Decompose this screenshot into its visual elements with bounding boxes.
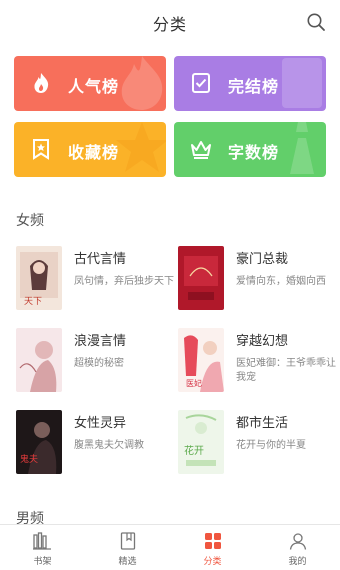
tile-wordcount-rank[interactable]: 字数榜 [174,122,326,177]
search-icon[interactable] [306,12,326,32]
category-ancient-romance[interactable]: 天下 古代言情 凤句情，弃后独步天下 [16,246,176,310]
tab-label: 分类 [203,557,222,567]
book-cover-image: 花开 [178,410,224,474]
crown-icon [191,141,211,159]
tab-featured[interactable]: 精选 [85,525,170,570]
bookmark-star-icon [33,139,49,160]
tab-label: 精选 [118,557,137,567]
category-name: 都市生活 [236,416,289,431]
category-name: 女性灵异 [74,416,127,431]
category-desc: 凤句情，弃后独步天下 [74,276,174,287]
book-cover-image [178,246,224,310]
section-title-female: 女频 [16,213,44,229]
bookshelf-icon [33,532,51,550]
category-name: 浪漫言情 [74,334,127,349]
book-cover-image: 天下 [16,246,62,310]
category-desc: 超模的秘密 [74,358,124,369]
tile-label: 完结榜 [228,77,280,96]
category-name: 穿越幻想 [236,334,289,349]
tile-label: 人气榜 [68,77,120,96]
book-icon [120,532,136,550]
category-desc: 医妃难御：王爷乖乖让我宠 [236,358,336,383]
category-grid-icon [205,533,221,549]
checklist-decoration-icon [282,58,322,108]
category-desc: 爱情向东，婚姻向西 [236,276,326,287]
category-urban-life[interactable]: 花开 都市生活 花开与你的半夏 [178,410,338,474]
svg-text:医妃: 医妃 [186,378,202,388]
book-cover-image [16,328,62,392]
category-desc: 腹黑鬼夫欠调教 [74,440,144,451]
category-time-travel-fantasy[interactable]: 医妃 穿越幻想 医妃难御：王爷乖乖让我宠 [178,328,338,392]
category-ceo-romance[interactable]: 豪门总裁 爱情向东，婚姻向西 [178,246,338,310]
category-name: 古代言情 [74,252,127,267]
tab-bookshelf[interactable]: 书架 [0,525,85,570]
flame-decoration-icon [121,56,163,110]
pen-decoration-icon [290,122,314,174]
category-romance[interactable]: 浪漫言情 超模的秘密 [16,328,176,392]
bottom-tab-bar: 书架 精选 分类 我的 [0,524,340,570]
category-desc: 花开与你的半夏 [236,440,306,451]
svg-text:鬼夫: 鬼夫 [20,453,38,465]
svg-text:天下: 天下 [24,297,42,307]
tab-label: 书架 [33,557,52,567]
top-bar: 分类 [0,0,340,44]
svg-text:花开: 花开 [184,444,204,457]
tile-favorites-rank[interactable]: 收藏榜 [14,122,166,177]
category-name: 豪门总裁 [236,252,289,267]
checklist-icon [192,73,210,93]
tab-category[interactable]: 分类 [170,525,255,570]
user-icon [289,533,307,550]
book-cover-image: 医妃 [178,328,224,392]
flame-icon [34,73,49,93]
tile-label: 收藏榜 [68,143,120,162]
page-title: 分类 [152,15,187,34]
tile-completed-rank[interactable]: 完结榜 [174,56,326,111]
tile-label: 字数榜 [228,143,280,162]
category-supernatural[interactable]: 鬼夫 女性灵异 腹黑鬼夫欠调教 [16,410,176,474]
tab-label: 我的 [288,557,307,567]
tile-popular-rank[interactable]: 人气榜 [14,56,166,111]
book-cover-image: 鬼夫 [16,410,62,474]
star-decoration-icon [116,122,166,172]
tab-profile[interactable]: 我的 [255,525,340,570]
